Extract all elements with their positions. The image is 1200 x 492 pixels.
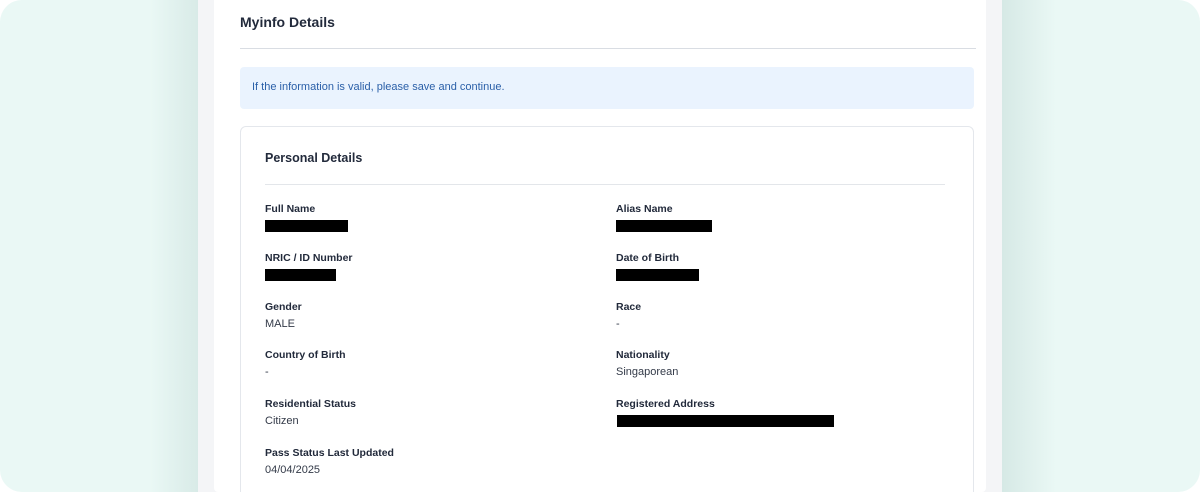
field-label: Alias Name (616, 203, 673, 215)
field-date-of-birth: Date of Birth (616, 251, 936, 281)
main-panel: Myinfo Details If the information is val… (198, 0, 1002, 492)
field-alias-name: Alias Name (616, 202, 936, 232)
myinfo-card: Myinfo Details If the information is val… (214, 0, 986, 492)
field-pass-status-last-updated: Pass Status Last Updated 04/04/2025 (265, 446, 585, 477)
section-divider (265, 184, 945, 185)
field-value: MALE (265, 318, 295, 330)
field-label: Full Name (265, 203, 316, 215)
field-value: Singaporean (616, 366, 679, 378)
redacted-value (616, 269, 699, 281)
field-residential-status: Residential Status Citizen (265, 397, 585, 428)
field-label: Registered Address (616, 398, 715, 410)
field-label: Date of Birth (616, 252, 679, 264)
redacted-value (616, 220, 712, 232)
section-title: Personal Details (265, 151, 363, 165)
field-nationality: Nationality Singaporean (616, 348, 936, 379)
info-alert-text: If the information is valid, please save… (252, 81, 505, 93)
field-nric: NRIC / ID Number (265, 251, 585, 281)
field-country-of-birth: Country of Birth - (265, 348, 585, 379)
redacted-value (265, 220, 348, 232)
field-label: NRIC / ID Number (265, 252, 353, 264)
page-title: Myinfo Details (240, 14, 335, 30)
title-divider (240, 48, 976, 49)
field-gender: Gender MALE (265, 300, 585, 331)
field-value: 04/04/2025 (265, 464, 321, 476)
field-label: Pass Status Last Updated (265, 447, 394, 459)
field-label: Race (616, 301, 642, 313)
field-value: - (616, 318, 620, 330)
field-label: Nationality (616, 349, 670, 361)
field-registered-address: Registered Address (616, 397, 936, 427)
panel-shadow-right (996, 0, 1056, 492)
redacted-value (265, 269, 336, 281)
redacted-value (617, 415, 834, 427)
personal-details-card: Personal Details Full Name Alias Name NR… (240, 126, 974, 492)
field-value: Citizen (265, 415, 299, 427)
field-full-name: Full Name (265, 202, 585, 232)
info-alert: If the information is valid, please save… (240, 67, 974, 109)
field-label: Gender (265, 301, 302, 313)
field-label: Country of Birth (265, 349, 346, 361)
field-race: Race - (616, 300, 936, 331)
field-value: - (265, 366, 269, 378)
field-label: Residential Status (265, 398, 357, 410)
